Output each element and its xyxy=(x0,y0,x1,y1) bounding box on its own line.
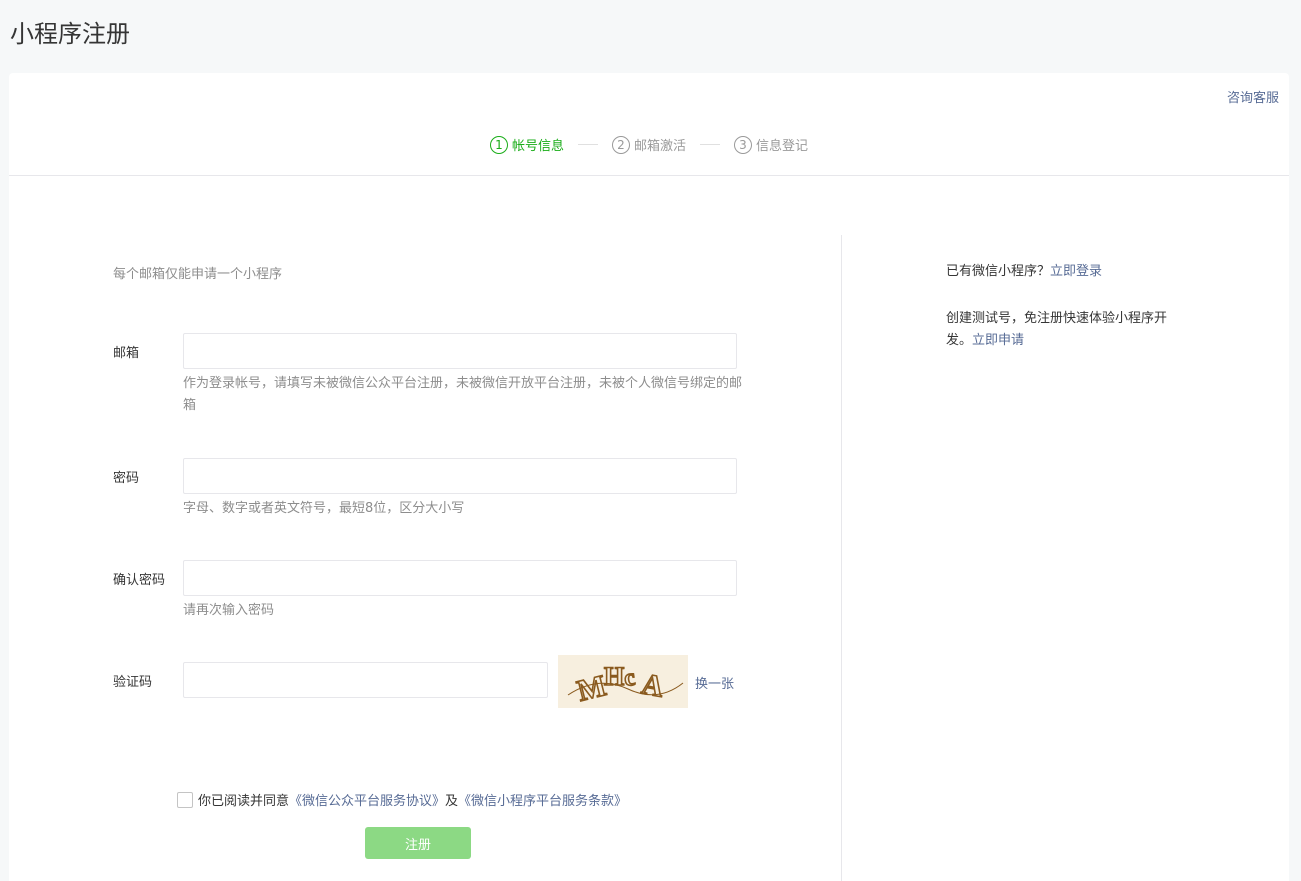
confirm-password-label: 确认密码 xyxy=(113,573,166,588)
step-label: 信息登记 xyxy=(756,139,809,154)
miniprogram-terms-link[interactable]: 《微信小程序平台服务条款》 xyxy=(458,790,627,809)
test-account-desc-2: 发。 xyxy=(946,333,973,348)
step-info-registration: 3 信息登记 xyxy=(734,135,808,154)
captcha-refresh-link[interactable]: 换一张 xyxy=(695,673,734,692)
step-indicator: 1 帐号信息 2 邮箱激活 3 信息登记 xyxy=(9,135,1289,154)
confirm-password-tip: 请再次输入密码 xyxy=(183,603,275,618)
password-label: 密码 xyxy=(113,471,140,486)
page-title: 小程序注册 xyxy=(10,20,130,48)
step-label: 邮箱激活 xyxy=(633,139,686,154)
steps-divider xyxy=(9,175,1289,176)
confirm-password-input[interactable] xyxy=(183,560,737,596)
column-divider xyxy=(841,235,842,881)
step-number: 2 xyxy=(611,135,630,154)
have-account-label: 已有微信小程序？ xyxy=(946,264,1051,279)
login-now-link[interactable]: 立即登录 xyxy=(1050,264,1102,279)
email-tip: 作为登录帐号，请填写未被微信公众平台注册，未被微信开放平台注册，未被个人微信号绑… xyxy=(183,376,743,413)
registration-card: 咨询客服 1 帐号信息 2 邮箱激活 3 信息登记 每个邮箱仅能申请一个小程序 … xyxy=(9,73,1289,881)
agree-checkbox[interactable] xyxy=(177,791,193,808)
agree-middle: 及 xyxy=(445,794,459,809)
password-input[interactable] xyxy=(183,458,737,494)
consult-service-link[interactable]: 咨询客服 xyxy=(1227,87,1279,106)
test-account-desc-1: 创建测试号，免注册快速体验小程序开 xyxy=(946,311,1168,326)
svg-text:A: A xyxy=(639,668,666,704)
step-label: 帐号信息 xyxy=(511,139,564,154)
apply-now-link[interactable]: 立即申请 xyxy=(972,333,1024,348)
form-tip: 每个邮箱仅能申请一个小程序 xyxy=(113,267,283,282)
register-button[interactable]: 注册 xyxy=(365,827,471,859)
step-connector xyxy=(577,144,598,145)
email-label: 邮箱 xyxy=(113,346,140,361)
captcha-input[interactable] xyxy=(183,662,548,698)
password-tip: 字母、数字或者英文符号，最短8位，区分大小写 xyxy=(183,501,465,516)
agree-prefix: 你已阅读并同意 xyxy=(198,794,290,809)
step-email-activation: 2 邮箱激活 xyxy=(611,135,686,154)
step-connector xyxy=(700,144,720,145)
captcha-image[interactable]: M H c A xyxy=(558,655,688,708)
have-account-text: 已有微信小程序？立即登录 xyxy=(946,261,1102,283)
step-number: 1 xyxy=(489,135,508,154)
service-agreement-link[interactable]: 《微信公众平台服务协议》 xyxy=(289,790,445,809)
agreement-row: 你已阅读并同意 《微信公众平台服务协议》 及 《微信小程序平台服务条款》 xyxy=(177,790,627,809)
test-account-text: 创建测试号，免注册快速体验小程序开 发。立即申请 xyxy=(946,308,1196,352)
captcha-image-graphic: M H c A xyxy=(567,661,684,708)
step-account-info: 1 帐号信息 xyxy=(489,135,564,154)
email-input[interactable] xyxy=(183,333,737,369)
captcha-label: 验证码 xyxy=(113,675,153,690)
step-number: 3 xyxy=(734,135,752,154)
